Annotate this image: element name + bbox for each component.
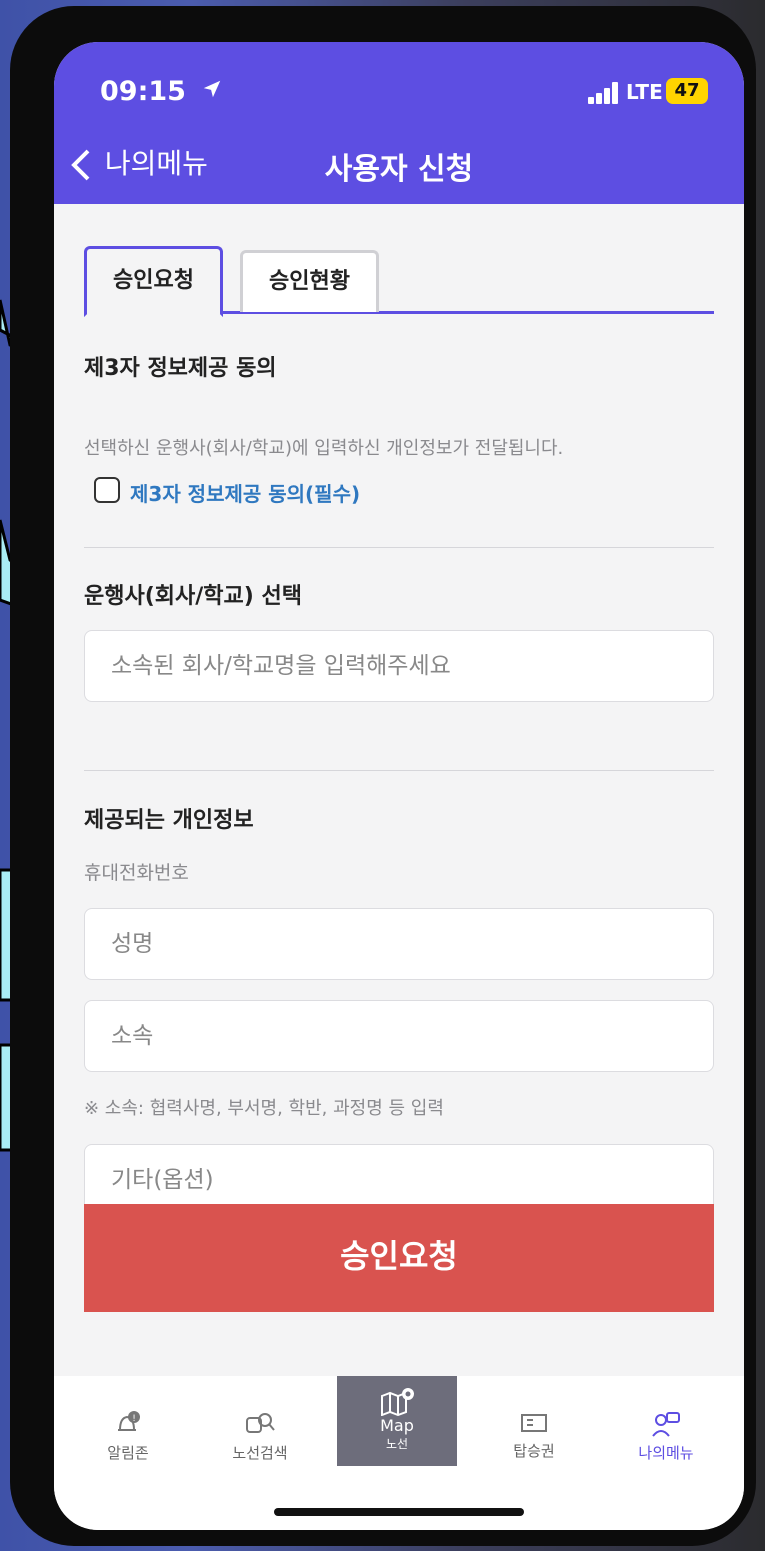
nav-label: 나의메뉴 <box>638 1444 694 1462</box>
divider <box>84 770 714 771</box>
ticket-icon <box>521 1414 547 1432</box>
nav-item-ticket[interactable]: 탑승권 <box>474 1376 594 1461</box>
tab-approval-request[interactable]: 승인요청 <box>84 246 223 317</box>
tab-bar: 승인요청 승인현황 <box>84 246 714 317</box>
network-label: LTE <box>626 80 663 104</box>
bus-search-icon <box>246 1413 275 1433</box>
checkbox-icon[interactable] <box>94 476 120 503</box>
nav-sublabel: 노선 <box>385 1437 409 1451</box>
name-input[interactable]: 성명 <box>84 908 714 980</box>
nav-item-notifications[interactable]: ! 알림존 <box>68 1376 188 1463</box>
nav-label: 탑승권 <box>513 1442 555 1460</box>
personal-info-title: 제공되는 개인정보 <box>84 808 254 833</box>
battery-icon: 47 <box>666 78 708 104</box>
status-time-text: 09:15 <box>100 76 186 107</box>
phone-frame: 09:15 LTE 47 나의메뉴 사용자 신청 승인요청 승인현황 제3자 정… <box>10 6 756 1546</box>
consent-checkbox[interactable]: 제3자 정보제공 동의(필수) <box>94 476 361 509</box>
user-menu-icon <box>652 1412 680 1437</box>
bell-icon: ! <box>118 1411 140 1431</box>
phone-label: 휴대전화번호 <box>84 862 189 884</box>
nav-label: 노선검색 <box>232 1444 288 1462</box>
nav-item-my-menu[interactable]: 나의메뉴 <box>606 1376 726 1463</box>
affiliation-input[interactable]: 소속 <box>84 1000 714 1072</box>
affiliation-note: ※ 소속: 협력사명, 부서명, 학반, 과정명 등 입력 <box>84 1098 444 1119</box>
home-indicator <box>274 1508 524 1516</box>
nav-item-map[interactable]: Map 노선 <box>337 1376 457 1466</box>
operator-input[interactable]: 소속된 회사/학교명을 입력해주세요 <box>84 630 714 702</box>
consent-checkbox-label: 제3자 정보제공 동의(필수) <box>130 482 361 506</box>
divider <box>84 547 714 548</box>
battery-level: 47 <box>674 80 700 101</box>
bottom-nav: ! 알림존 노선검색 Map 노선 탑승권 나의메뉴 <box>54 1376 744 1530</box>
map-icon <box>381 1388 414 1416</box>
nav-label: 알림존 <box>107 1444 149 1462</box>
svg-text:!: ! <box>132 1414 136 1424</box>
submit-button[interactable]: 승인요청 <box>84 1204 714 1312</box>
operator-title: 운행사(회사/학교) 선택 <box>84 584 302 609</box>
page-title: 사용자 신청 <box>324 152 474 187</box>
tab-approval-status[interactable]: 승인현황 <box>240 250 379 312</box>
location-arrow-icon <box>201 76 223 107</box>
signal-icon <box>588 82 620 104</box>
status-time: 09:15 <box>100 76 223 107</box>
app-header: 09:15 LTE 47 나의메뉴 사용자 신청 <box>54 42 744 204</box>
nav-label: Map <box>380 1416 414 1435</box>
consent-description: 선택하신 운행사(회사/학교)에 입력하신 개인정보가 전달됩니다. <box>84 438 564 459</box>
nav-item-route-search[interactable]: 노선검색 <box>200 1376 320 1463</box>
phone-screen: 09:15 LTE 47 나의메뉴 사용자 신청 승인요청 승인현황 제3자 정… <box>54 42 744 1530</box>
consent-title: 제3자 정보제공 동의 <box>84 356 277 381</box>
